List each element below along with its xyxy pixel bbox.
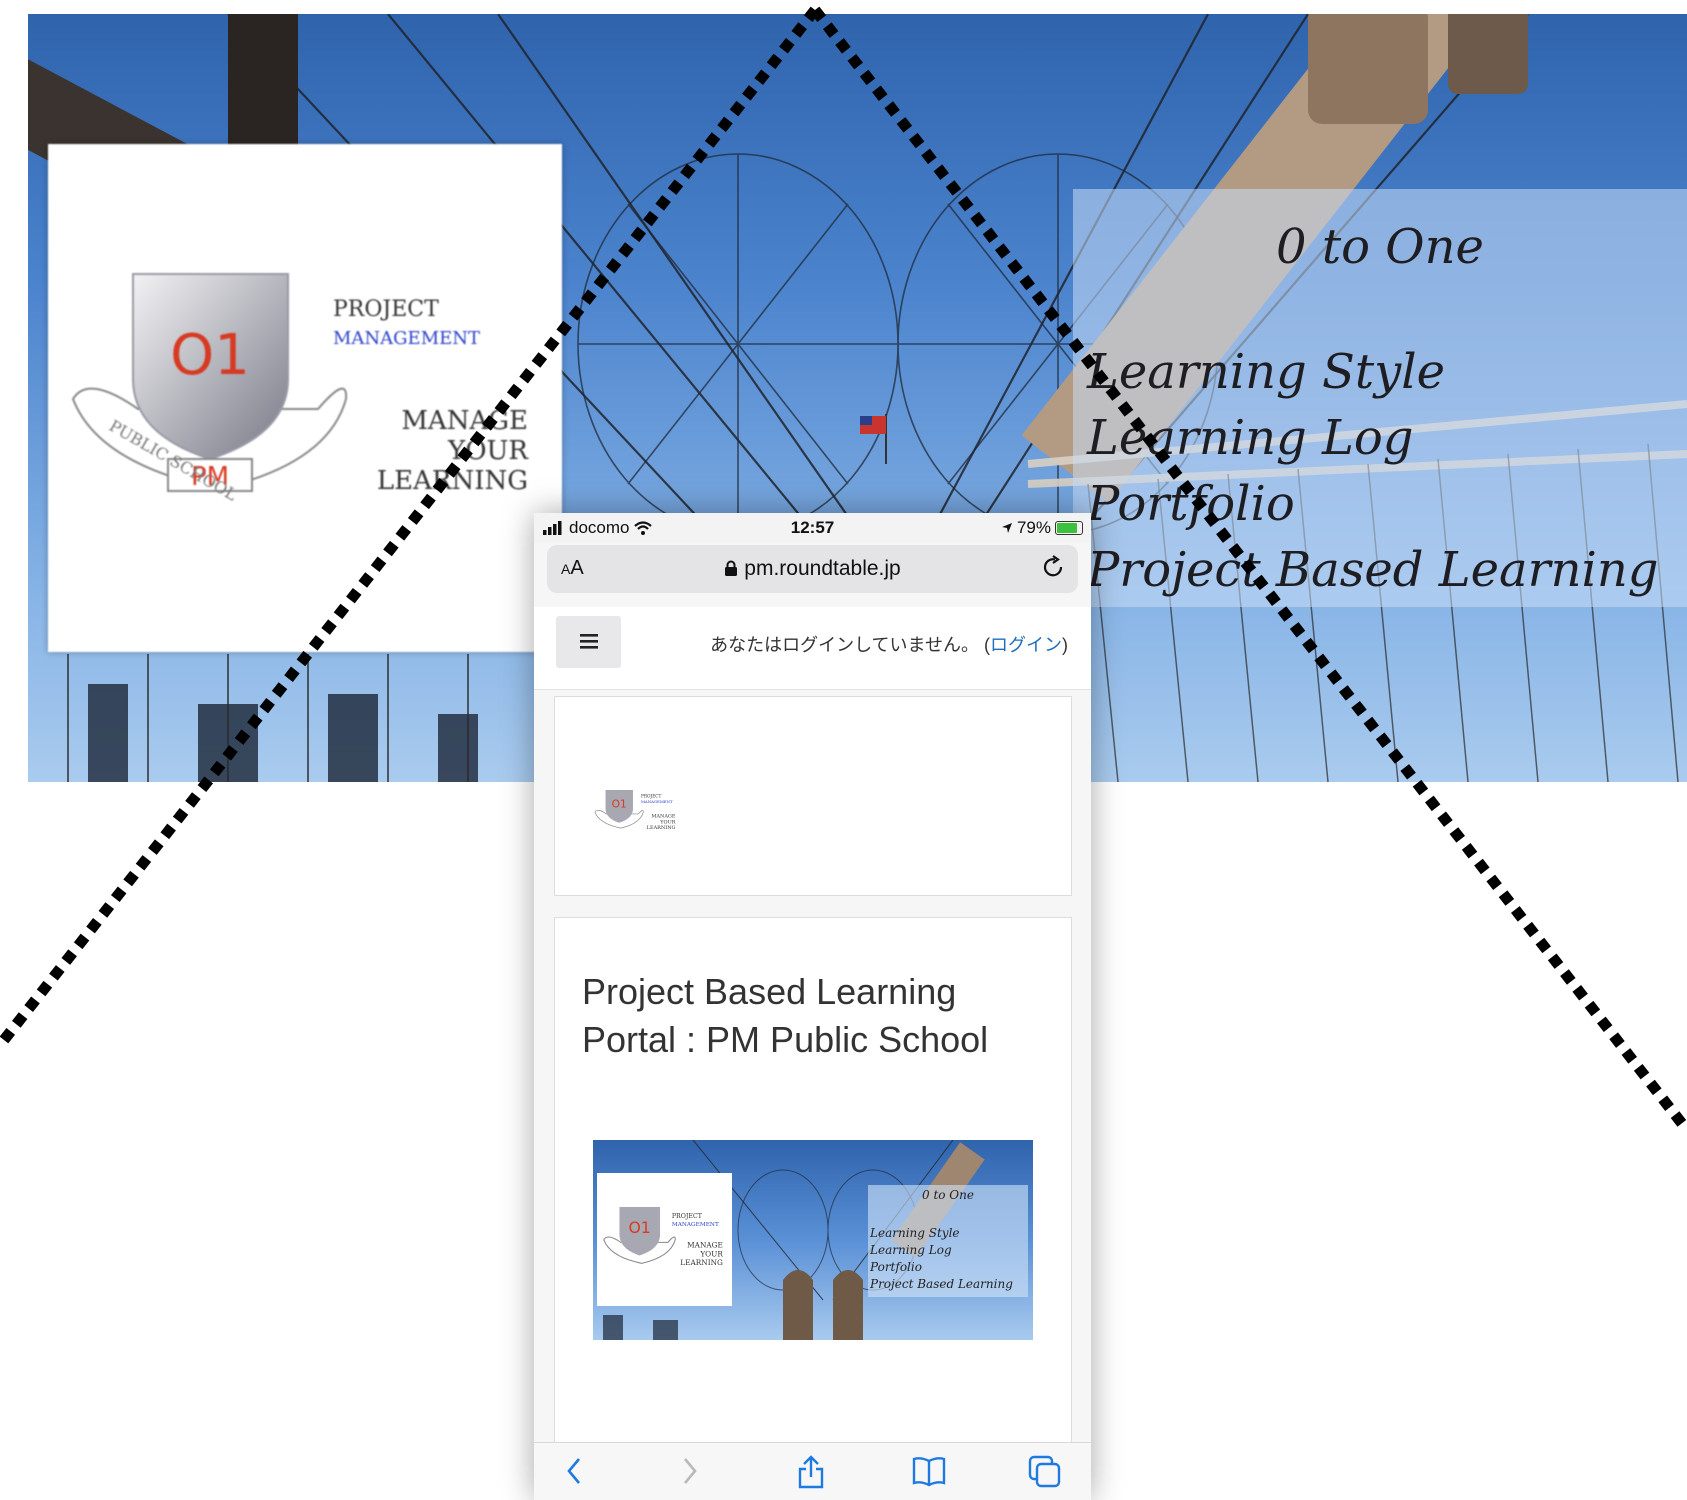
menu-item-learning-style[interactable]: Learning Style bbox=[1087, 339, 1659, 405]
tabs-icon[interactable] bbox=[1028, 1455, 1062, 1489]
reload-icon[interactable] bbox=[1042, 555, 1066, 581]
svg-text:O1: O1 bbox=[628, 1218, 650, 1237]
menu-item-learning-log[interactable]: Learning Log bbox=[1087, 405, 1659, 471]
bookmarks-icon[interactable] bbox=[912, 1455, 946, 1487]
menu-title: 0 to One bbox=[1276, 219, 1484, 275]
login-link[interactable]: ログイン bbox=[990, 635, 1062, 655]
svg-text:MANAGEMENT: MANAGEMENT bbox=[672, 1222, 719, 1228]
banner-thumbnail: O1 PROJECT MANAGEMENT MANAGE YOUR LEARNI… bbox=[593, 1140, 1033, 1340]
mini-menu-item: Portfolio bbox=[870, 1260, 922, 1274]
svg-text:LEARNING: LEARNING bbox=[680, 1258, 723, 1267]
site-menu-panel: 0 to One Learning Style Learning Log Por… bbox=[1073, 189, 1687, 607]
location-icon bbox=[1001, 523, 1012, 533]
lock-icon bbox=[725, 560, 738, 576]
mini-menu-item: Project Based Learning bbox=[870, 1277, 1013, 1291]
mini-menu-item: Learning Style bbox=[870, 1226, 960, 1240]
menu-item-project-based-learning[interactable]: Project Based Learning bbox=[1087, 537, 1659, 603]
hamburger-menu-button[interactable] bbox=[556, 616, 621, 668]
page-title: Project Based Learning Portal : PM Publi… bbox=[582, 971, 989, 1060]
school-logo: O1 PM PUBLIC SCHOOL PROJECT MANAGEMENT M… bbox=[48, 144, 562, 652]
svg-text:LEARNING: LEARNING bbox=[377, 466, 528, 496]
svg-text:MANAGE: MANAGE bbox=[651, 813, 676, 819]
svg-text:O1: O1 bbox=[612, 798, 627, 811]
hamburger-icon bbox=[580, 634, 598, 649]
svg-text:YOUR: YOUR bbox=[699, 1249, 723, 1258]
login-message: あなたはログインしていません。 bbox=[710, 635, 979, 655]
safari-toolbar bbox=[534, 1442, 1091, 1500]
login-status: あなたはログインしていません。 (ログイン) bbox=[710, 635, 1068, 655]
svg-text:MANAGEMENT: MANAGEMENT bbox=[641, 799, 673, 804]
mini-menu-panel: 0 to One Learning Style Learning Log Por… bbox=[868, 1185, 1028, 1297]
logo-graphic: O1 PM PUBLIC SCHOOL PROJECT MANAGEMENT M… bbox=[71, 273, 529, 505]
share-icon[interactable] bbox=[796, 1455, 826, 1489]
mini-logo-graphic: O1 PROJECT MANAGEMENT MANAGE YOUR LEARNI… bbox=[603, 1207, 723, 1267]
svg-text:MANAGE: MANAGE bbox=[687, 1241, 723, 1250]
url-text: pm.roundtable.jp bbox=[744, 557, 901, 580]
forward-icon[interactable] bbox=[680, 1455, 700, 1487]
svg-text:MANAGE: MANAGE bbox=[401, 406, 528, 436]
back-icon[interactable] bbox=[564, 1455, 584, 1487]
logo-block: O1 PROJECT MANAGEMENT MANAGE YOUR LEARNI… bbox=[554, 696, 1072, 896]
address-bar[interactable]: AA pm.roundtable.jp bbox=[547, 545, 1078, 593]
battery-icon bbox=[1055, 521, 1083, 535]
svg-text:LEARNING: LEARNING bbox=[647, 825, 676, 831]
svg-text:MANAGEMENT: MANAGEMENT bbox=[333, 328, 480, 349]
svg-text:YOUR: YOUR bbox=[447, 436, 529, 466]
menu-item-portfolio[interactable]: Portfolio bbox=[1087, 471, 1659, 537]
svg-text:PROJECT: PROJECT bbox=[672, 1213, 703, 1220]
portal-block: Project Based Learning Portal : PM Publi… bbox=[554, 917, 1072, 1500]
mobile-screenshot: docomo 12:57 79% AA pm.roundtable.jp あなた… bbox=[534, 513, 1091, 1500]
mini-logo-card: O1 PROJECT MANAGEMENT MANAGE YOUR LEARNI… bbox=[597, 1173, 732, 1306]
flag-icon bbox=[860, 414, 887, 464]
svg-text:PROJECT: PROJECT bbox=[333, 297, 439, 322]
ios-status-bar: docomo 12:57 79% bbox=[534, 513, 1091, 543]
mini-menu-item: Learning Log bbox=[870, 1243, 952, 1257]
site-navbar: あなたはログインしていません。 (ログイン) bbox=[534, 607, 1091, 690]
svg-text:O1: O1 bbox=[170, 323, 250, 388]
svg-text:YOUR: YOUR bbox=[659, 819, 676, 825]
small-school-logo: O1 PROJECT MANAGEMENT MANAGE YOUR LEARNI… bbox=[594, 790, 676, 831]
battery-percent: 79% bbox=[1016, 518, 1051, 537]
mini-menu-title: 0 to One bbox=[922, 1188, 974, 1202]
